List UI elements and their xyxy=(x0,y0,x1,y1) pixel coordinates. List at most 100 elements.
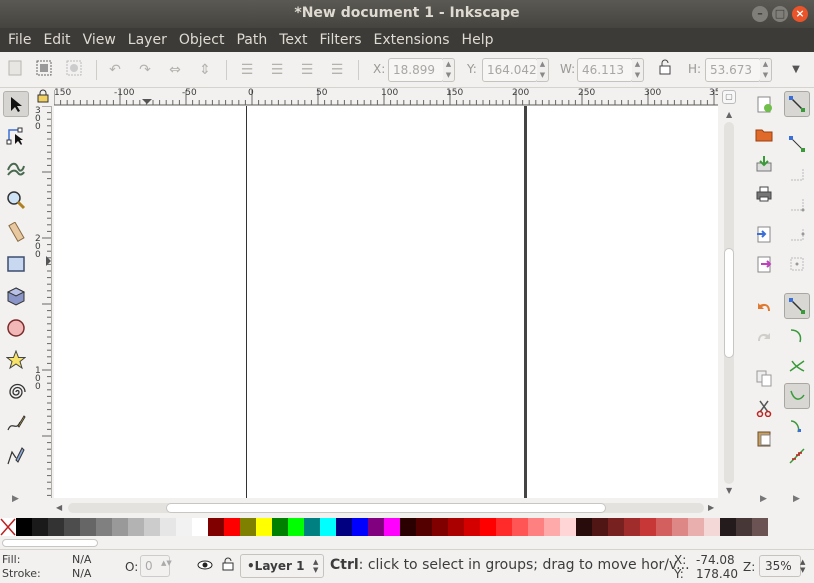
horizontal-scroll-thumb[interactable] xyxy=(166,503,606,513)
color-swatch[interactable] xyxy=(144,518,160,536)
raise-to-top-icon[interactable]: ☰ xyxy=(326,59,348,81)
color-swatch[interactable] xyxy=(608,518,624,536)
color-swatch[interactable] xyxy=(400,518,416,536)
3d-box-tool[interactable] xyxy=(3,283,29,309)
vertical-scrollbar[interactable]: ▢ ▲ ▼ xyxy=(720,88,738,498)
color-swatch[interactable] xyxy=(432,518,448,536)
snap-paths-button[interactable] xyxy=(784,323,810,349)
fill-value[interactable]: N/A xyxy=(72,553,91,566)
color-swatch[interactable] xyxy=(576,518,592,536)
snap-bbox-edges-button[interactable] xyxy=(784,161,810,187)
color-swatch[interactable] xyxy=(48,518,64,536)
rotate-cw-icon[interactable]: ↷ xyxy=(134,59,156,81)
redo-button[interactable] xyxy=(751,323,777,349)
x-field[interactable]: 18.899 xyxy=(388,58,444,82)
overflow-chevron-icon[interactable]: ▼ xyxy=(785,59,807,81)
minimize-button[interactable]: – xyxy=(752,6,768,22)
color-swatch[interactable] xyxy=(256,518,272,536)
color-swatch[interactable] xyxy=(384,518,400,536)
stroke-value[interactable]: N/A xyxy=(72,567,91,580)
color-swatch[interactable] xyxy=(416,518,432,536)
lock-proportions-icon[interactable] xyxy=(654,59,676,81)
node-tool[interactable] xyxy=(3,123,29,149)
color-swatch[interactable] xyxy=(592,518,608,536)
color-swatch[interactable] xyxy=(528,518,544,536)
color-swatch[interactable] xyxy=(160,518,176,536)
color-swatch[interactable] xyxy=(656,518,672,536)
toolbox-more-icon[interactable]: ▶ xyxy=(12,494,19,504)
menu-path[interactable]: Path xyxy=(230,28,273,52)
save-button[interactable] xyxy=(751,151,777,177)
ellipse-tool[interactable] xyxy=(3,315,29,341)
drawing-canvas[interactable] xyxy=(54,106,718,498)
selector-tool[interactable] xyxy=(3,91,29,117)
import-button[interactable] xyxy=(751,221,777,247)
snap-bbox-button[interactable] xyxy=(784,131,810,157)
color-swatch[interactable] xyxy=(640,518,656,536)
color-swatch[interactable] xyxy=(128,518,144,536)
palette-scroll-thumb[interactable] xyxy=(2,539,98,547)
color-swatch[interactable] xyxy=(448,518,464,536)
color-swatch[interactable] xyxy=(224,518,240,536)
flip-horizontal-icon[interactable]: ⇔ xyxy=(164,59,186,81)
color-swatch[interactable] xyxy=(688,518,704,536)
snap-nodes-button[interactable] xyxy=(784,293,810,319)
color-swatch[interactable] xyxy=(320,518,336,536)
menu-layer[interactable]: Layer xyxy=(122,28,173,52)
color-swatch[interactable] xyxy=(80,518,96,536)
color-swatch[interactable] xyxy=(512,518,528,536)
color-swatch[interactable] xyxy=(32,518,48,536)
h-field[interactable]: 53.673 xyxy=(705,58,761,82)
snap-bbox-corners-button[interactable] xyxy=(784,191,810,217)
rectangle-tool[interactable] xyxy=(3,251,29,277)
snap-smooth-nodes-button[interactable] xyxy=(784,413,810,439)
snap-cusp-nodes-button[interactable] xyxy=(784,383,810,409)
y-spinner[interactable]: ▲ ▼ xyxy=(537,58,549,82)
lower-icon[interactable]: ☰ xyxy=(266,59,288,81)
pencil-tool[interactable] xyxy=(3,411,29,437)
color-swatch[interactable] xyxy=(272,518,288,536)
select-all-icon[interactable] xyxy=(4,59,26,81)
zoom-field[interactable]: 35% xyxy=(759,555,801,577)
rotate-ccw-icon[interactable]: ↶ xyxy=(104,59,126,81)
snap-bbox-midpoints-button[interactable] xyxy=(784,221,810,247)
scroll-right-arrow-icon[interactable]: ▶ xyxy=(708,503,714,512)
menu-view[interactable]: View xyxy=(77,28,122,52)
color-swatch[interactable] xyxy=(672,518,688,536)
color-swatch[interactable] xyxy=(192,518,208,536)
snap-bbox-centers-button[interactable] xyxy=(784,251,810,277)
tweak-tool[interactable] xyxy=(3,155,29,181)
color-swatch[interactable] xyxy=(64,518,80,536)
layer-visibility-icon[interactable] xyxy=(197,558,213,575)
menu-help[interactable]: Help xyxy=(456,28,500,52)
deselect-icon[interactable] xyxy=(63,59,85,81)
color-swatch[interactable] xyxy=(352,518,368,536)
color-swatch[interactable] xyxy=(480,518,496,536)
zoom-tool[interactable] xyxy=(3,187,29,213)
horizontal-scrollbar[interactable]: ◀ ▶ xyxy=(54,500,718,516)
color-swatch[interactable] xyxy=(464,518,480,536)
scroll-corner-button[interactable]: ▢ xyxy=(722,90,736,104)
color-swatch[interactable] xyxy=(16,518,32,536)
raise-icon[interactable]: ☰ xyxy=(296,59,318,81)
pen-tool[interactable] xyxy=(3,443,29,469)
color-swatch[interactable] xyxy=(304,518,320,536)
color-swatch[interactable] xyxy=(496,518,512,536)
color-swatch[interactable] xyxy=(336,518,352,536)
opacity-spinner[interactable]: ▲▼ xyxy=(161,559,172,567)
color-swatch[interactable] xyxy=(704,518,720,536)
palette-scrollbar[interactable] xyxy=(0,537,814,549)
export-button[interactable] xyxy=(751,251,777,277)
color-swatch[interactable] xyxy=(752,518,768,536)
color-swatch[interactable] xyxy=(208,518,224,536)
layer-selector[interactable]: •Layer 1 xyxy=(240,554,324,578)
guide-lock-icon[interactable] xyxy=(36,89,50,103)
lower-to-bottom-icon[interactable]: ☰ xyxy=(236,59,258,81)
color-swatch[interactable] xyxy=(624,518,640,536)
w-spinner[interactable]: ▲ ▼ xyxy=(632,58,644,82)
color-swatch[interactable] xyxy=(368,518,384,536)
color-swatch[interactable] xyxy=(720,518,736,536)
color-swatch[interactable] xyxy=(736,518,752,536)
paste-button[interactable] xyxy=(751,425,777,451)
open-button[interactable] xyxy=(751,121,777,147)
